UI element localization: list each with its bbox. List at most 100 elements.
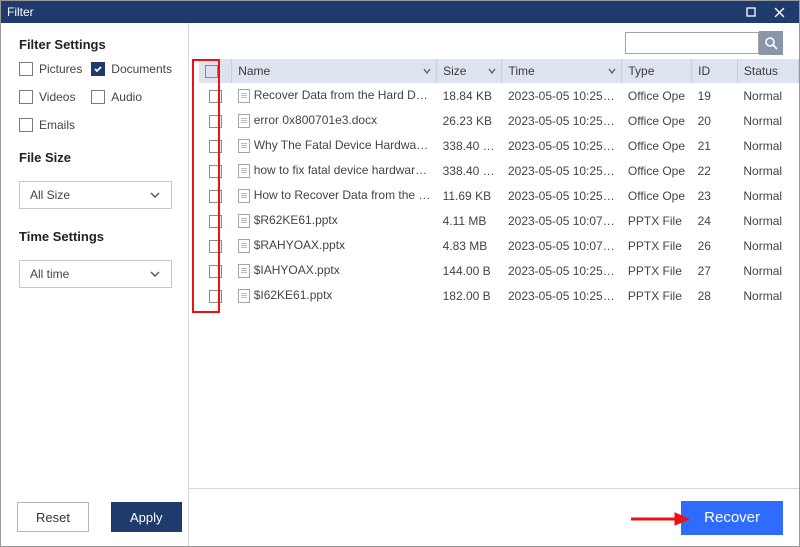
file-table: Name Size Time Type ID Status Recover Da… (199, 59, 799, 308)
cell-name: $IAHYOAX.pptx (254, 263, 340, 277)
checkbox-videos-label: Videos (39, 90, 75, 104)
file-size-value: All Size (30, 188, 70, 202)
search-button[interactable] (759, 31, 783, 55)
cell-type: Office Ope (622, 83, 692, 108)
header-name[interactable]: Name (232, 59, 437, 83)
header-id[interactable]: ID (692, 59, 738, 83)
close-button[interactable] (765, 1, 793, 23)
checkbox-videos[interactable]: Videos (19, 90, 83, 104)
cell-id: 20 (692, 108, 738, 133)
file-icon (238, 239, 250, 253)
header-time[interactable]: Time (502, 59, 622, 83)
cell-name: How to Recover Data from the Hard Drive (254, 188, 437, 202)
time-settings-dropdown[interactable]: All time (19, 260, 172, 288)
file-icon (238, 89, 250, 103)
cell-name: Recover Data from the Hard Drive with Fa… (254, 88, 437, 102)
maximize-button[interactable] (737, 1, 765, 23)
cell-size: 4.11 MB (437, 208, 502, 233)
cell-type: Office Ope (622, 183, 692, 208)
checkbox-emails[interactable]: Emails (19, 118, 172, 132)
main-panel: Name Size Time Type ID Status Recover Da… (189, 23, 799, 546)
cell-id: 28 (692, 283, 738, 308)
row-checkbox[interactable] (209, 165, 222, 178)
recover-button[interactable]: Recover (681, 501, 783, 535)
search-icon (764, 36, 778, 50)
cell-id: 24 (692, 208, 738, 233)
header-status[interactable]: Status (737, 59, 798, 83)
row-checkbox[interactable] (209, 290, 222, 303)
header-type[interactable]: Type (622, 59, 692, 83)
table-row[interactable]: Recover Data from the Hard Drive with Fa… (199, 83, 799, 108)
cell-type: Office Ope (622, 133, 692, 158)
table-row[interactable]: error 0x800701e3.docx 26.23 KB2023-05-05 … (199, 108, 799, 133)
time-settings-title: Time Settings (19, 229, 172, 244)
cell-id: 19 (692, 83, 738, 108)
file-icon (238, 264, 250, 278)
cell-status: Normal (737, 258, 798, 283)
cell-name: $R62KE61.pptx (254, 213, 338, 227)
cell-id: 22 (692, 158, 738, 183)
cell-name: $RAHYOAX.pptx (254, 238, 345, 252)
sidebar: Filter Settings Pictures Documents Video… (1, 23, 189, 546)
window-title: Filter (7, 5, 34, 19)
chevron-down-icon (149, 268, 161, 280)
table-row[interactable]: $R62KE61.pptx4.11 MB2023-05-05 10:07:33P… (199, 208, 799, 233)
cell-time: 2023-05-05 10:07:33 (502, 208, 622, 233)
checkbox-documents[interactable]: Documents (91, 62, 172, 76)
cell-status: Normal (737, 183, 798, 208)
row-checkbox[interactable] (209, 90, 222, 103)
file-icon (238, 289, 250, 303)
checkbox-audio[interactable]: Audio (91, 90, 172, 104)
cell-time: 2023-05-05 10:25:38 (502, 133, 622, 158)
table-row[interactable]: Why The Fatal Device Hardware Error Appe… (199, 133, 799, 158)
cell-id: 26 (692, 233, 738, 258)
cell-time: 2023-05-05 10:25:37 (502, 183, 622, 208)
cell-time: 2023-05-05 10:25:38 (502, 158, 622, 183)
cell-id: 23 (692, 183, 738, 208)
checkbox-audio-label: Audio (111, 90, 142, 104)
cell-status: Normal (737, 108, 798, 133)
cell-status: Normal (737, 283, 798, 308)
row-checkbox[interactable] (209, 190, 222, 203)
footer: Recover (189, 488, 799, 546)
row-checkbox[interactable] (209, 240, 222, 253)
checkbox-documents-label: Documents (111, 62, 172, 76)
cell-status: Normal (737, 158, 798, 183)
cell-time: 2023-05-05 10:25:38 (502, 108, 622, 133)
row-checkbox[interactable] (209, 115, 222, 128)
cell-name: how to fix fatal device hardware error.d… (254, 163, 437, 177)
cell-type: PPTX File (622, 258, 692, 283)
cell-type: Office Ope (622, 108, 692, 133)
apply-button[interactable]: Apply (111, 502, 182, 532)
table-row[interactable]: $I62KE61.pptx182.00 B2023-05-05 10:25:19… (199, 283, 799, 308)
cell-type: PPTX File (622, 283, 692, 308)
table-row[interactable]: How to Recover Data from the Hard Drive1… (199, 183, 799, 208)
cell-size: 26.23 KB (437, 108, 502, 133)
cell-id: 21 (692, 133, 738, 158)
table-row[interactable]: how to fix fatal device hardware error.d… (199, 158, 799, 183)
file-icon (238, 189, 250, 203)
cell-status: Normal (737, 208, 798, 233)
file-icon (238, 114, 250, 128)
row-checkbox[interactable] (209, 215, 222, 228)
cell-name: error 0x800701e3.docx (254, 113, 377, 127)
file-icon (238, 139, 250, 153)
reset-button[interactable]: Reset (17, 502, 89, 532)
row-checkbox[interactable] (209, 140, 222, 153)
cell-size: 338.40 KB (437, 158, 502, 183)
table-row[interactable]: $IAHYOAX.pptx144.00 B2023-05-05 10:25:19… (199, 258, 799, 283)
file-size-dropdown[interactable]: All Size (19, 181, 172, 209)
cell-size: 182.00 B (437, 283, 502, 308)
header-size[interactable]: Size (437, 59, 502, 83)
cell-size: 18.84 KB (437, 83, 502, 108)
table-row[interactable]: $RAHYOAX.pptx4.83 MB2023-05-05 10:07:49P… (199, 233, 799, 258)
checkbox-pictures[interactable]: Pictures (19, 62, 83, 76)
chevron-down-icon (487, 66, 497, 76)
cell-time: 2023-05-05 10:07:49 (502, 233, 622, 258)
cell-id: 27 (692, 258, 738, 283)
row-checkbox[interactable] (209, 265, 222, 278)
checkbox-pictures-label: Pictures (39, 62, 82, 76)
header-checkbox[interactable] (199, 59, 232, 83)
cell-status: Normal (737, 83, 798, 108)
search-input[interactable] (625, 32, 759, 54)
